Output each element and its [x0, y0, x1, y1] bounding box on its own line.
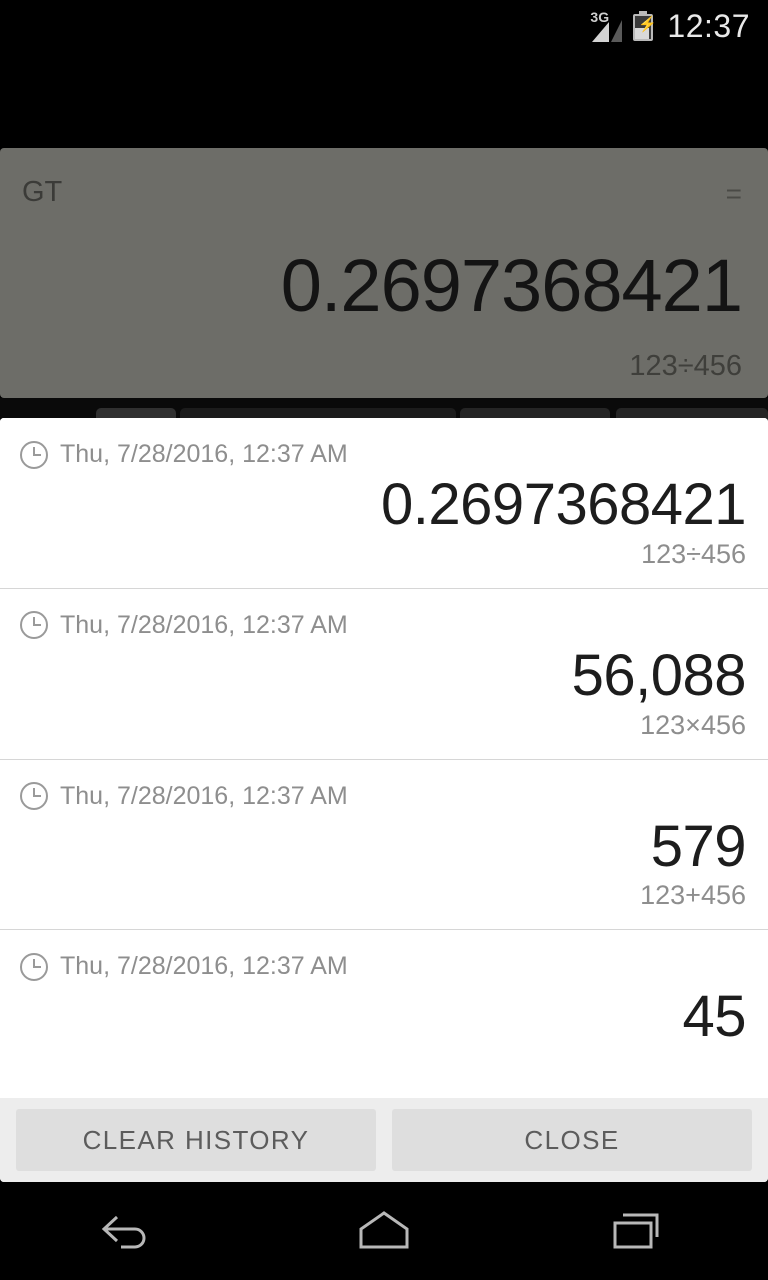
clock-icon	[20, 440, 48, 469]
recent-apps-icon[interactable]	[580, 1184, 700, 1280]
history-row[interactable]: Thu, 7/28/2016, 12:37 AM 579 123+456	[0, 759, 768, 931]
history-row[interactable]: Thu, 7/28/2016, 12:37 AM 0.2697368421 12…	[0, 418, 768, 589]
history-result: 0.2697368421	[381, 472, 746, 537]
dialog-action-bar: CLEAR HISTORY CLOSE	[0, 1098, 768, 1182]
charging-bolt-icon: ⚡	[638, 15, 658, 33]
signal-bar-filled	[592, 21, 610, 42]
clock-icon	[20, 782, 48, 811]
signal-bars	[592, 19, 624, 42]
status-icons: 3G ⚡	[590, 10, 657, 42]
history-expression: 123+456	[640, 880, 746, 911]
display-result: 0.2697368421	[280, 244, 743, 327]
equals-indicator: =	[725, 178, 742, 209]
history-result: 56,088	[571, 642, 747, 708]
history-row[interactable]: Thu, 7/28/2016, 12:37 AM 56,088 123×456	[0, 588, 768, 760]
history-dialog: Thu, 7/28/2016, 12:37 AM 0.2697368421 12…	[0, 418, 768, 1182]
history-timestamp-label: Thu, 7/28/2016, 12:37 AM	[60, 952, 348, 981]
history-timestamp-label: Thu, 7/28/2016, 12:37 AM	[60, 610, 348, 639]
battery-charging-icon: ⚡	[633, 10, 657, 41]
close-button[interactable]: CLOSE	[392, 1109, 752, 1171]
history-list[interactable]: Thu, 7/28/2016, 12:37 AM 0.2697368421 12…	[0, 418, 768, 1098]
clear-history-button[interactable]: CLEAR HISTORY	[16, 1109, 376, 1171]
history-timestamp-label: Thu, 7/28/2016, 12:37 AM	[60, 781, 348, 810]
history-row[interactable]: Thu, 7/28/2016, 12:37 AM 45	[0, 930, 768, 1050]
history-expression: 123÷456	[641, 538, 746, 569]
calculator-display: GT = 0.2697368421 123÷456	[0, 148, 768, 398]
history-row-timestamp: Thu, 7/28/2016, 12:37 AM	[0, 760, 768, 811]
clock-icon	[20, 611, 48, 640]
history-expression: 123×456	[640, 709, 746, 740]
history-row-timestamp: Thu, 7/28/2016, 12:37 AM	[0, 589, 768, 640]
signal-bar-empty	[611, 19, 623, 42]
history-result: 45	[682, 984, 746, 1050]
display-expression: 123÷456	[629, 350, 742, 382]
status-bar: 3G ⚡ 12:37	[0, 0, 768, 52]
grand-total-label: GT	[22, 176, 63, 208]
navigation-bar	[0, 1184, 768, 1280]
home-icon[interactable]	[324, 1184, 444, 1280]
history-row-timestamp: Thu, 7/28/2016, 12:37 AM	[0, 930, 768, 981]
history-timestamp-label: Thu, 7/28/2016, 12:37 AM	[60, 440, 348, 468]
history-row-timestamp: Thu, 7/28/2016, 12:37 AM	[0, 418, 768, 469]
signal-3g-icon: 3G	[590, 10, 624, 42]
status-clock: 12:37	[667, 7, 750, 44]
clock-icon	[20, 952, 48, 981]
back-arrow-icon[interactable]	[68, 1184, 188, 1280]
android-screen: 3G ⚡ 12:37 GT = 0.2697368421 123÷456 Thu…	[0, 0, 768, 1280]
history-result: 579	[650, 813, 747, 879]
